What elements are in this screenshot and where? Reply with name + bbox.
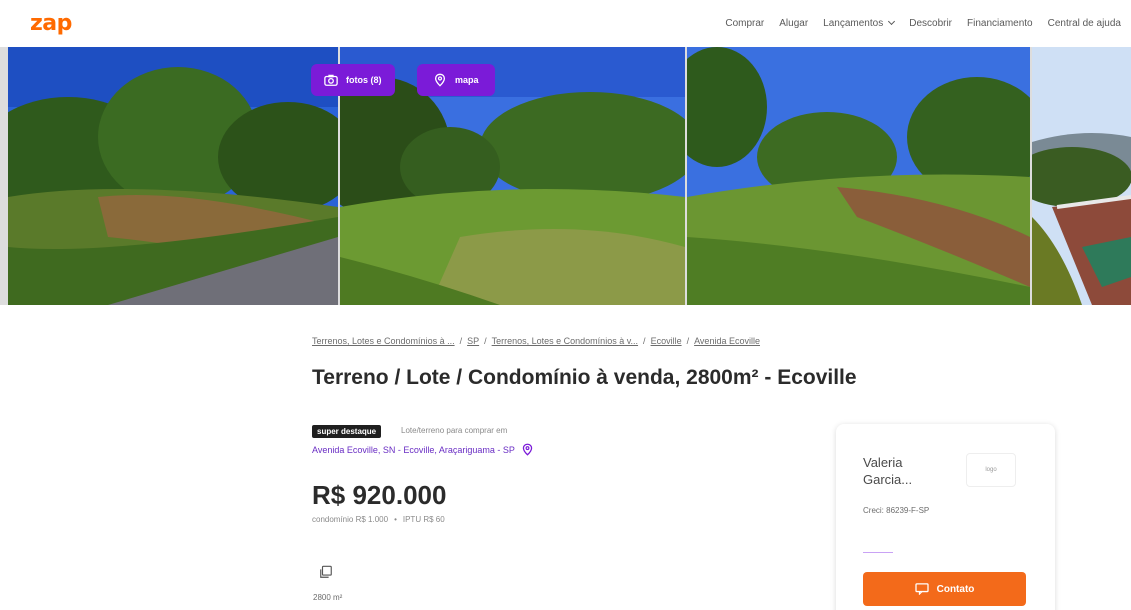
chevron-down-icon bbox=[888, 17, 896, 26]
nav-lancamentos-label: Lançamentos bbox=[823, 18, 884, 29]
gallery-photo-4[interactable] bbox=[1032, 47, 1131, 305]
camera-icon bbox=[324, 74, 338, 86]
nav-financiamento[interactable]: Financiamento bbox=[967, 18, 1033, 29]
area-icon bbox=[320, 565, 332, 578]
top-header: zap Comprar Alugar Lançamentos Descobrir… bbox=[0, 0, 1131, 47]
nav-central-de-ajuda[interactable]: Central de ajuda bbox=[1048, 18, 1121, 29]
agent-logo: logo bbox=[966, 453, 1016, 487]
nav-lancamentos[interactable]: Lançamentos bbox=[823, 17, 896, 29]
agent-logo-text: logo bbox=[985, 467, 997, 473]
photos-button-label: fotos (8) bbox=[346, 75, 382, 85]
map-pin-icon bbox=[522, 443, 533, 456]
breadcrumb-separator: / bbox=[643, 336, 646, 346]
main-nav: Comprar Alugar Lançamentos Descobrir Fin… bbox=[725, 17, 1121, 29]
breadcrumb: Terrenos, Lotes e Condomínios à ... / SP / T… bbox=[312, 336, 760, 346]
breadcrumb-item-2[interactable]: SP bbox=[467, 336, 479, 346]
gallery-photo-1[interactable] bbox=[8, 47, 338, 305]
photos-button[interactable]: fotos (8) bbox=[311, 64, 395, 96]
map-pin-icon bbox=[434, 73, 446, 87]
nav-comprar[interactable]: Comprar bbox=[725, 18, 764, 29]
listing-fees: condomínio R$ 1.000 • IPTU R$ 60 bbox=[312, 515, 445, 524]
fee-separator: • bbox=[394, 515, 397, 524]
contact-button[interactable]: Contato bbox=[863, 572, 1026, 606]
breadcrumb-item-1[interactable]: Terrenos, Lotes e Condomínios à ... bbox=[312, 336, 455, 346]
map-button-label: mapa bbox=[455, 75, 479, 85]
card-divider bbox=[863, 552, 893, 553]
listing-title: Terreno / Lote / Condomínio à venda, 280… bbox=[312, 366, 857, 389]
area-value: 2800 m² bbox=[313, 593, 343, 602]
listing-address[interactable]: Avenida Ecoville, SN - Ecoville, Araçari… bbox=[312, 443, 534, 456]
super-destaque-badge: super destaque bbox=[312, 425, 382, 438]
photo-gallery: fotos (8) mapa bbox=[0, 47, 1131, 305]
zap-logo[interactable]: zap bbox=[30, 11, 72, 36]
map-button[interactable]: mapa bbox=[417, 64, 495, 96]
agent-name[interactable]: Valeria Garcia... bbox=[863, 454, 953, 488]
listing-type-note: Lote/terreno para comprar em bbox=[401, 426, 508, 435]
message-icon bbox=[914, 583, 929, 595]
nav-alugar[interactable]: Alugar bbox=[779, 18, 808, 29]
address-text: Avenida Ecoville, SN - Ecoville, Araçari… bbox=[312, 444, 515, 455]
breadcrumb-separator: / bbox=[484, 336, 487, 346]
gallery-photo-3[interactable] bbox=[687, 47, 1030, 305]
breadcrumb-separator: / bbox=[459, 336, 463, 346]
contact-button-label: Contato bbox=[936, 583, 975, 595]
condo-fee: condomínio R$ 1.000 bbox=[312, 515, 389, 524]
breadcrumb-separator: / bbox=[686, 336, 690, 346]
iptu-fee: IPTU R$ 60 bbox=[402, 515, 445, 524]
breadcrumb-item-5[interactable]: Avenida Ecoville bbox=[694, 336, 760, 346]
contact-card: Valeria Garcia... logo Creci: 86239-F-SP… bbox=[836, 424, 1055, 610]
listing-price: R$ 920.000 bbox=[312, 480, 447, 510]
breadcrumb-item-4[interactable]: Ecoville bbox=[651, 336, 682, 346]
nav-descobrir[interactable]: Descobrir bbox=[909, 18, 952, 29]
breadcrumb-item-3[interactable]: Terrenos, Lotes e Condomínios à v... bbox=[492, 336, 638, 346]
agent-creci: Creci: 86239-F-SP bbox=[863, 506, 930, 515]
